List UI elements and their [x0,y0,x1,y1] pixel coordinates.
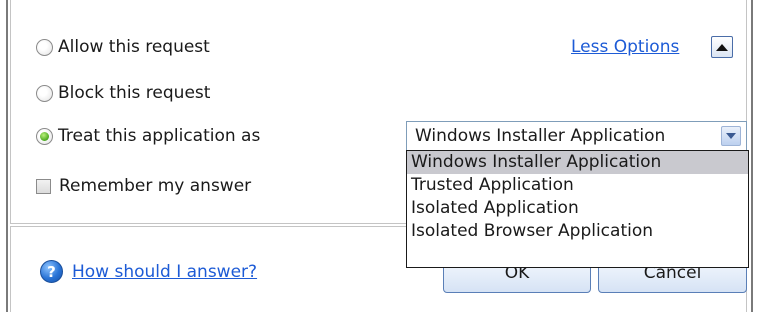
block-label: Block this request [58,83,211,103]
less-options-link[interactable]: Less Options [571,37,679,57]
help-link[interactable]: How should I answer? [72,262,257,282]
dropdown-item[interactable]: Windows Installer Application [407,151,748,174]
block-option[interactable]: Block this request [36,80,210,106]
less-options-button[interactable] [711,36,733,58]
treat-radio[interactable] [36,127,53,145]
block-radio[interactable] [36,84,53,102]
treat-option[interactable]: Treat this application as [36,123,260,149]
help-row: ? How should I answer? [40,260,257,283]
question-mark-icon[interactable]: ? [40,260,63,283]
dropdown-arrow-button[interactable] [721,126,741,146]
remember-option[interactable]: Remember my answer [36,173,251,199]
remember-label: Remember my answer [59,176,252,196]
allow-option[interactable]: Allow this request [36,34,210,60]
dropdown-item[interactable]: Isolated Application [407,197,748,220]
remember-checkbox[interactable] [36,178,51,194]
treat-label: Treat this application as [58,126,261,146]
dropdown-item[interactable]: Isolated Browser Application [407,220,748,243]
allow-label: Allow this request [58,37,210,57]
dropdown-item[interactable]: Trusted Application [407,174,748,197]
triangle-up-icon [716,43,728,51]
application-type-select[interactable]: Windows Installer Application [406,121,747,151]
chevron-down-icon [726,133,736,139]
select-value: Windows Installer Application [415,126,666,146]
allow-radio[interactable] [36,38,53,56]
application-type-dropdown: Windows Installer Application Trusted Ap… [406,150,749,268]
